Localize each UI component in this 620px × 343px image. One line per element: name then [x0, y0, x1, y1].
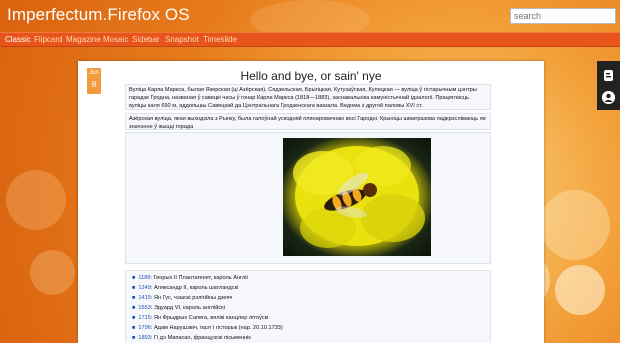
nav-item-magazine[interactable]: Magazine	[66, 35, 101, 44]
side-widget	[597, 61, 620, 110]
blogger-glyph	[604, 70, 613, 81]
list-item: ■ 1415: Ян Гус, чэшскі рэлігійны дзеяч	[132, 295, 233, 301]
events-list: ■ 1189: Генрых II Плантагенет, кароль Анг…	[125, 270, 491, 343]
flower-hoverfly-photo[interactable]	[283, 138, 431, 256]
bokeh-light	[6, 170, 66, 230]
flower-illustration	[293, 146, 425, 248]
bokeh-light	[540, 190, 610, 260]
list-item: ■ 1715: Ян Фрыдрых Сапега, вялікі канцлер…	[132, 315, 269, 321]
nav-item-snapshot[interactable]: Snapshot	[165, 35, 199, 44]
person-glyph	[602, 91, 615, 104]
nav-item-flipcard[interactable]: Flipcard	[34, 35, 62, 44]
nav-item-mosaic[interactable]: Mosaic	[103, 35, 128, 44]
profile-icon[interactable]	[602, 91, 615, 104]
search-input[interactable]	[510, 8, 616, 24]
blog-header: Imperfectum.Firefox OS	[0, 0, 620, 32]
bokeh-light	[30, 250, 75, 295]
nav-item-classic[interactable]: Classic	[5, 35, 31, 44]
list-item: ■ 1553: Эдуард VI, кароль англійскі	[132, 305, 225, 311]
second-paragraph: Азёрская вуліца, якая выходзіла з Рынку,…	[125, 113, 491, 130]
list-item: ■ 1893: Гі дэ Мапасан, французскі пісьмен…	[132, 335, 251, 341]
blog-title[interactable]: Imperfectum.Firefox OS	[7, 5, 190, 25]
photo-frame	[125, 132, 491, 264]
list-item: ■ 1189: Генрых II Плантагенет, кароль Анг…	[132, 275, 248, 281]
nav-item-sidebar[interactable]: Sidebar	[132, 35, 160, 44]
view-navbar: Classic Flipcard Magazine Mosaic Sidebar…	[0, 32, 620, 47]
blogger-icon[interactable]	[602, 69, 615, 82]
bokeh-light	[555, 265, 605, 315]
post-title[interactable]: Hello and bye, or sain' nye	[78, 69, 544, 83]
list-item: ■ 1249: Аляксандр II, кароль шатландскі	[132, 285, 239, 291]
list-item: ■ 1796: Адам Нарушэвіч, паэт і гісторык (…	[132, 325, 283, 331]
nav-item-timeslide[interactable]: Timeslide	[203, 35, 237, 44]
post-panel: Jun 8 Hello and bye, or sain' nye Вуліца…	[78, 61, 544, 343]
intro-paragraph: Вуліца Карла Маркса, былая Язерская (ці …	[125, 84, 491, 110]
